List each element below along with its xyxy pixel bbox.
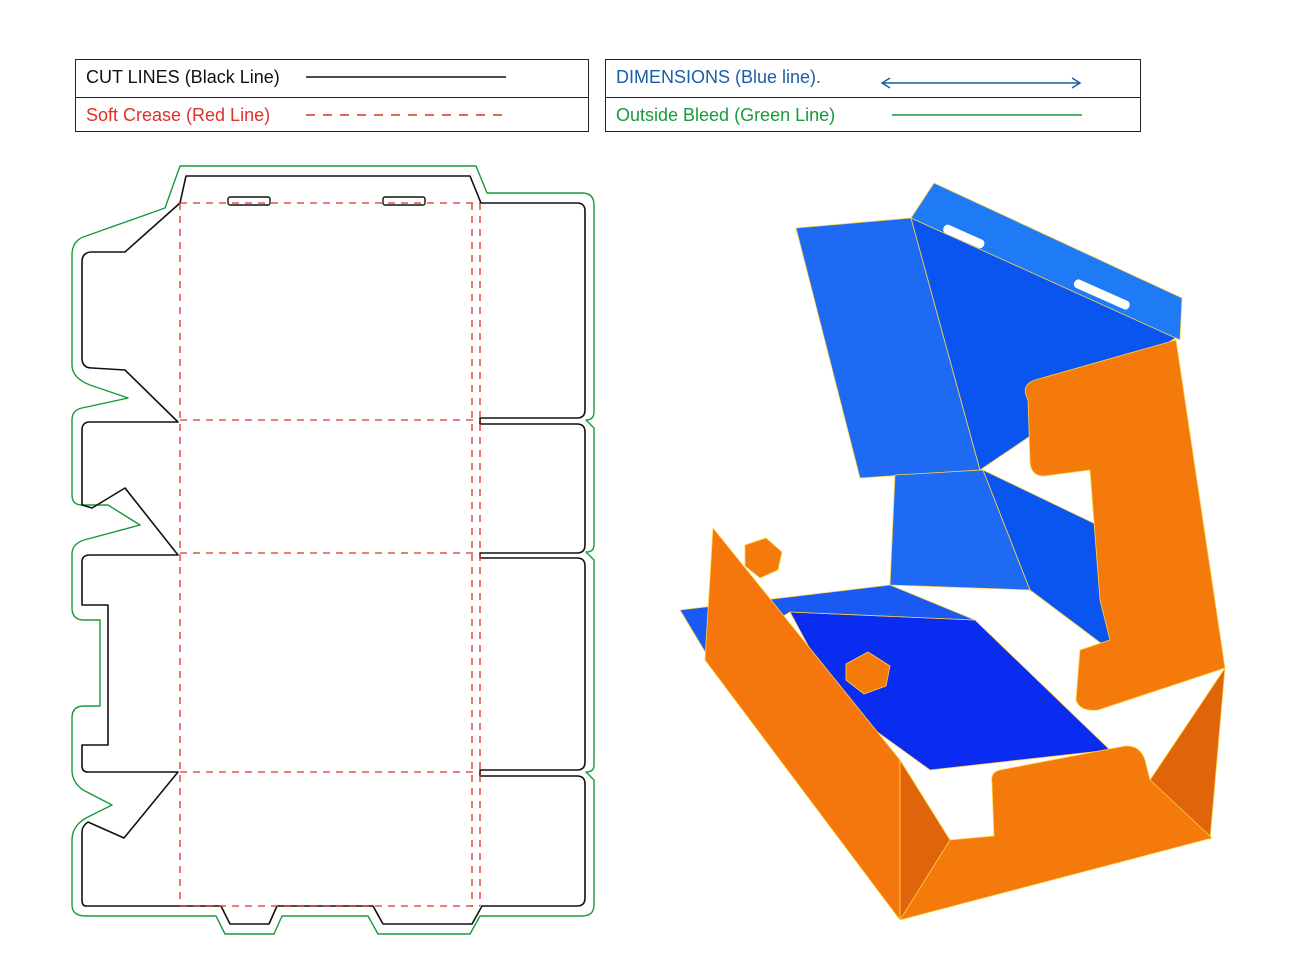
artwork-canvas [71, 165, 1226, 935]
top-slot-left [227, 196, 271, 206]
soft-crease-lines [179, 202, 481, 907]
dieline [71, 165, 595, 935]
outside-bleed-outline [71, 165, 595, 935]
cut-line-outline [81, 175, 586, 925]
box-left-lock-tab [744, 537, 783, 579]
box-left-wall [704, 527, 901, 921]
box-3d-render [679, 182, 1226, 921]
top-slot-right [382, 196, 426, 206]
